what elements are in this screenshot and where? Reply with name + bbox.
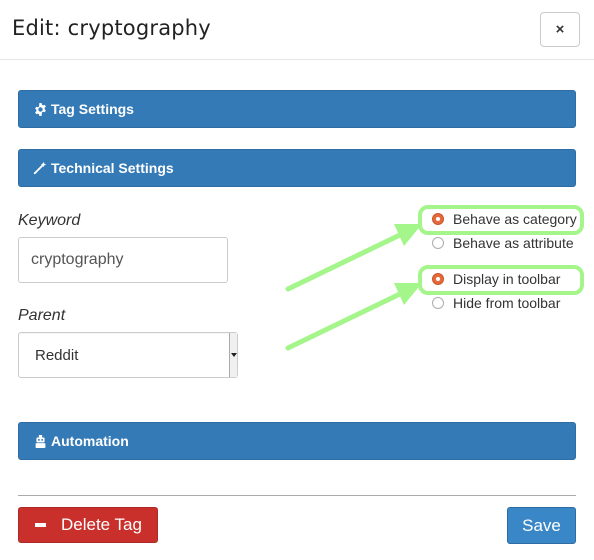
technical-settings-panel[interactable]: Technical Settings [18, 149, 576, 187]
parent-select-value: Reddit [35, 347, 79, 364]
radio-unchecked-icon [432, 297, 444, 309]
automation-label: Automation [51, 433, 129, 449]
automation-panel[interactable]: Automation [18, 422, 576, 460]
robot-icon [33, 434, 47, 448]
dropdown-arrow-icon [229, 333, 237, 377]
radio-hide-from-toolbar[interactable]: Hide from toolbar [432, 294, 560, 312]
annotation-highlight-category [418, 205, 584, 235]
tag-settings-panel[interactable]: Tag Settings [18, 90, 576, 128]
keyword-label: Keyword [18, 212, 81, 229]
edit-tag-modal: Edit: cryptography × Tag Settings Techni… [0, 0, 594, 560]
radio-label: Hide from toolbar [453, 295, 561, 311]
modal-title: Edit: cryptography [12, 16, 211, 40]
parent-label: Parent [18, 307, 66, 324]
save-button[interactable]: Save [507, 507, 576, 544]
footer-divider [18, 495, 576, 496]
annotation-arrow-icon [285, 224, 422, 292]
tag-settings-label: Tag Settings [51, 101, 134, 117]
gear-icon [33, 102, 47, 116]
technical-settings-label: Technical Settings [51, 160, 174, 176]
delete-tag-label: Delete Tag [61, 515, 142, 534]
radio-unchecked-icon [432, 237, 444, 249]
modal-header: Edit: cryptography × [0, 0, 594, 60]
delete-tag-button[interactable]: Delete Tag [18, 507, 158, 543]
parent-select[interactable]: Reddit [18, 332, 238, 378]
minus-icon [35, 523, 46, 527]
close-icon: × [555, 21, 565, 38]
keyword-input[interactable] [18, 237, 228, 283]
annotation-highlight-toolbar [418, 265, 584, 295]
annotation-arrow-icon [285, 283, 422, 351]
close-button[interactable]: × [540, 12, 580, 47]
magic-wand-icon [33, 161, 47, 175]
radio-label: Behave as attribute [453, 235, 574, 251]
radio-behave-as-attribute[interactable]: Behave as attribute [432, 234, 574, 252]
